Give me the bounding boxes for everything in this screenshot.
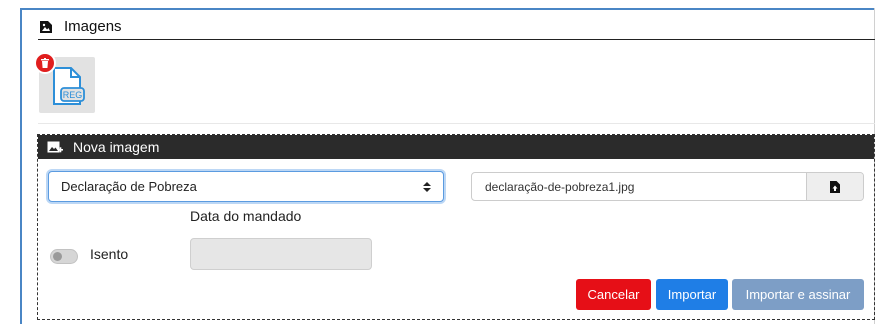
frame-top-border — [20, 8, 875, 10]
image-file-icon — [38, 19, 54, 35]
import-and-sign-button[interactable]: Importar e assinar — [732, 279, 864, 310]
browse-file-button[interactable] — [806, 173, 863, 200]
panel-title: Nova imagem — [73, 139, 160, 155]
trash-icon — [41, 58, 49, 68]
toggle-knob — [53, 252, 62, 261]
section-title: Imagens — [64, 18, 122, 35]
document-type-selected: Declaração de Pobreza — [61, 179, 197, 194]
nova-imagem-panel: Nova imagem Declaração de Pobreza declar… — [37, 134, 875, 320]
import-button[interactable]: Importar — [656, 279, 728, 310]
document-type-select[interactable]: Declaração de Pobreza — [48, 171, 444, 202]
panel-header: Nova imagem — [38, 135, 874, 159]
page: Imagens REG Nova imagem Declaração de Po… — [0, 0, 875, 324]
date-field-label: Data do mandado — [190, 208, 302, 224]
attachment-file-label: REG — [63, 90, 83, 100]
delete-attachment-button[interactable] — [34, 52, 56, 74]
reg-file-icon: REG — [53, 67, 85, 105]
selected-file-name: declaração-de-pobreza1.jpg — [485, 179, 635, 194]
exempt-toggle-label[interactable]: Isento — [90, 246, 128, 262]
exempt-toggle[interactable] — [50, 249, 78, 264]
date-input[interactable] — [190, 238, 372, 270]
select-caret-icon — [423, 181, 431, 192]
file-input[interactable]: declaração-de-pobreza1.jpg — [471, 172, 864, 201]
add-image-icon — [46, 138, 64, 156]
section-divider — [38, 123, 875, 124]
frame-left-border — [20, 8, 22, 324]
upload-file-icon — [830, 180, 840, 193]
cancel-button[interactable]: Cancelar — [576, 279, 651, 310]
imagens-section-header: Imagens — [38, 14, 875, 40]
